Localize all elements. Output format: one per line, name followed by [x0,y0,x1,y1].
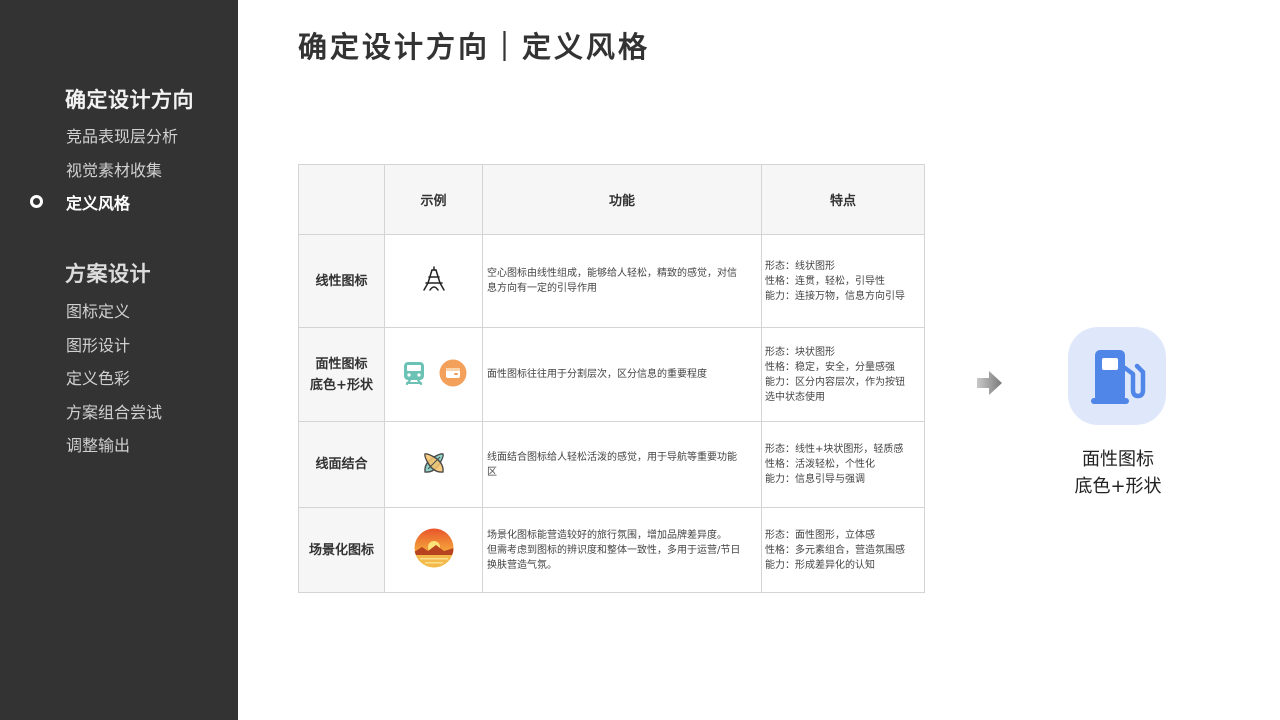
function-text: 空心图标由线性组成，能够给人轻松，精致的感觉，对信 息方向有一定的引导作用 [482,234,762,328]
section-title-plan-design: 方案设计 [65,262,151,286]
nav-item-icon-definition[interactable]: 图标定义 [66,298,130,322]
features-text: 形态：线性+块状图形，轻质感 性格：活泼轻松，个性化 能力：信息引导与强调 [761,421,925,508]
features-text: 形态：线状图形 性格：连贯，轻松，引导性 能力：连接万物，信息方向引导 [761,234,925,328]
train-icon [403,362,424,386]
features-text: 形态：面性图形，立体感 性格：多元素组合，营造氛围感 能力：形成差异化的认知 [761,507,925,593]
nav-item-define-color[interactable]: 定义色彩 [66,365,130,389]
sunset-scene-icon [414,528,453,568]
header-example: 示例 [384,164,483,235]
surfboards-icon [423,452,444,473]
gas-station-icon [1091,350,1146,404]
eiffel-tower-outline-icon [422,266,445,291]
header-function: 功能 [482,164,762,235]
example-cell [384,507,483,593]
nav-item-competitor-analysis[interactable]: 竞品表现层分析 [66,123,178,147]
section-title-design-direction: 确定设计方向 [65,88,194,112]
nav-item-visual-material[interactable]: 视觉素材收集 [66,157,162,181]
wallet-icon [439,359,466,387]
sidebar: 确定设计方向 竞品表现层分析 视觉素材收集 定义风格 方案设计 图标定义 图形设… [0,0,238,720]
row-name-line-fill: 线面结合 [298,421,385,508]
result-caption: 面性图标 底色+形状 [1074,449,1162,497]
function-text: 线面结合图标给人轻松活泼的感觉，用于导航等重要功能 区 [482,421,762,508]
table-row: 面性图标 底色+形状 面性图标往往用于分割层次，区分信息的重要程度 形态：块状图… [298,327,925,422]
example-cell [384,421,483,508]
nav-item-define-style[interactable]: 定义风格 [66,190,130,214]
page-title: 确定设计方向｜定义风格 [298,30,651,64]
nav-item-combination-try[interactable]: 方案组合尝试 [66,399,162,423]
features-text: 形态：块状图形 性格：稳定，安全，分量感强 能力：区分内容层次，作为按钮 选中状… [761,327,925,422]
active-indicator-icon [30,195,43,208]
result-icon-tile [1068,327,1166,425]
table-row: 场景化图标 场景化图标能营造较好的旅行氛围，增加品牌差异度。 但需考虑到图标的辨… [298,507,925,593]
row-name-scene: 场景化图标 [298,507,385,593]
header-features: 特点 [761,164,925,235]
example-cell [384,327,483,422]
table-row: 线面结合 线面结合图标给人轻松活泼的感觉，用于导航等重要功能 区 形态：线性+块… [298,421,925,508]
header-empty [298,164,385,235]
row-name-filled: 面性图标 底色+形状 [298,327,385,422]
icon-style-table: 示例 功能 特点 线性图标 空心图标由线性组成，能够给人轻松，精致的感觉，对信 … [298,164,925,593]
nav-item-graphic-design[interactable]: 图形设计 [66,332,130,356]
table-header-row: 示例 功能 特点 [298,164,925,235]
example-cell [384,234,483,328]
table-row: 线性图标 空心图标由线性组成，能够给人轻松，精致的感觉，对信 息方向有一定的引导… [298,234,925,328]
function-text: 面性图标往往用于分割层次，区分信息的重要程度 [482,327,762,422]
nav-item-adjust-output[interactable]: 调整输出 [66,432,130,456]
function-text: 场景化图标能营造较好的旅行氛围，增加品牌差异度。 但需考虑到图标的辨识度和整体一… [482,507,762,593]
arrow-right-icon [977,371,1002,395]
row-name-linear: 线性图标 [298,234,385,328]
